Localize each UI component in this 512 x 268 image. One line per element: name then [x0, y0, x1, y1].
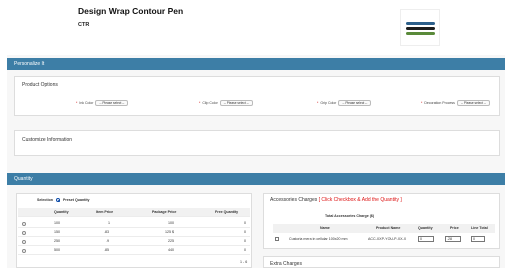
- quantity-table-header: Quantity Item Price Package Price Free Q…: [18, 208, 250, 217]
- quantity-cell: 150: [54, 230, 60, 234]
- item-price-cell: .85: [104, 248, 109, 252]
- package-price-cell: 125 $: [165, 230, 174, 234]
- col-quantity-header[interactable]: Quantity: [54, 208, 69, 217]
- required-star: *: [317, 101, 319, 105]
- product-image[interactable]: [400, 9, 440, 46]
- accessories-title: Accessories Charges: [270, 197, 318, 203]
- preset-quantity-radio[interactable]: [55, 198, 60, 202]
- accessory-line-total: 0: [471, 236, 485, 242]
- accessories-table-header: Name Product Name Quantity Price Line To…: [273, 224, 495, 233]
- row-radio[interactable]: [22, 221, 26, 226]
- col-free-quantity-header[interactable]: Free Quantity: [215, 208, 238, 217]
- selection-label: Selection: [37, 198, 53, 202]
- pen-green-image: [406, 32, 435, 35]
- required-star: *: [76, 101, 78, 105]
- row-radio[interactable]: [22, 239, 26, 244]
- clip-color-label: Clip Color: [202, 101, 218, 105]
- accessory-checkbox[interactable]: [275, 237, 279, 241]
- accessories-row: Custoria mera in cellular 100x20 mm ACC-…: [273, 235, 495, 245]
- extra-charges-panel: Extra Charges: [263, 256, 500, 268]
- pen-black-image: [406, 27, 435, 30]
- clip-color-select[interactable]: -- Please select --: [219, 100, 253, 106]
- accessories-title-row: Accessories Charges [ Click Checkbox & A…: [270, 197, 402, 203]
- ink-color-select[interactable]: -- Please select --: [95, 100, 129, 106]
- required-star: *: [421, 101, 423, 105]
- required-star: *: [199, 101, 201, 105]
- product-options-title: Product Options: [22, 82, 58, 88]
- personalize-section-bar[interactable]: Personalize It: [7, 58, 505, 70]
- col-price-header: Price: [450, 226, 459, 230]
- decoration-process-select[interactable]: -- Please select --: [456, 100, 490, 106]
- table-row[interactable]: 250 .9 225 0: [18, 237, 250, 246]
- col-name-header: Name: [320, 226, 330, 230]
- grip-color-option: * Grip Color -- Please select --: [317, 100, 372, 106]
- ink-color-label: Ink Color: [79, 101, 94, 105]
- preset-quantity-label: Preset Quantity: [62, 198, 90, 202]
- pen-blue-image: [406, 22, 435, 25]
- decoration-process-option: * Decoration Process -- Please select --: [421, 100, 490, 106]
- product-title: Design Wrap Contour Pen: [78, 6, 184, 16]
- page-frame: Design Wrap Contour Pen CTR Personalize …: [7, 0, 505, 268]
- grip-color-select[interactable]: -- Please select --: [338, 100, 372, 106]
- ink-color-option: * Ink Color -- Please select --: [76, 100, 129, 106]
- accessory-name: Custoria mera in cellular 100x20 mm: [289, 237, 348, 241]
- item-price-cell: .83: [104, 230, 109, 234]
- pagination-info: 1 - 6: [240, 260, 248, 264]
- free-quantity-cell: 0: [244, 221, 246, 225]
- table-row[interactable]: 500 .85 440 0: [18, 246, 250, 255]
- selection-row: Selection Preset Quantity: [37, 198, 90, 202]
- clip-color-option: * Clip Color -- Please select --: [199, 100, 253, 106]
- free-quantity-cell: 0: [244, 239, 246, 243]
- table-row[interactable]: 150 .83 125 $ 0: [18, 228, 250, 237]
- quantity-cell: 250: [54, 239, 60, 243]
- col-line-total-header: Line Total: [471, 226, 488, 230]
- package-price-cell: 225: [168, 239, 174, 243]
- quantity-section-bar[interactable]: Quantity: [7, 173, 505, 185]
- package-price-cell: 440: [168, 248, 174, 252]
- row-radio[interactable]: [22, 248, 26, 253]
- product-code: CTR: [78, 22, 90, 28]
- decoration-process-label: Decoration Process: [424, 101, 455, 105]
- total-accessories-charge: Total Accessories Charge ($): [325, 214, 375, 218]
- table-row[interactable]: 100 1 100 0: [18, 219, 250, 228]
- grip-color-label: Grip Color: [320, 101, 337, 105]
- quantity-table: Quantity Item Price Package Price Free Q…: [18, 208, 250, 268]
- quantity-cell: 500: [54, 248, 60, 252]
- customize-information-panel: Customize Information: [14, 130, 500, 156]
- item-price-cell: 1: [108, 221, 110, 225]
- col-item-price-header[interactable]: Item Price: [96, 208, 113, 217]
- col-quantity-header: Quantity: [418, 226, 433, 230]
- accessory-product-name: ACC-XXP-YOU-P-XX-X: [368, 237, 407, 241]
- product-header: Design Wrap Contour Pen CTR: [7, 0, 505, 55]
- product-options-panel: Product Options: [14, 76, 500, 116]
- item-price-cell: .9: [106, 239, 109, 243]
- col-product-name-header: Product Name: [376, 226, 401, 230]
- col-package-price-header[interactable]: Package Price: [152, 208, 176, 217]
- package-price-cell: 100: [168, 221, 174, 225]
- extra-charges-title: Extra Charges: [270, 261, 302, 267]
- accessories-note: [ Click Checkbox & Add the Quantity ]: [318, 197, 402, 203]
- accessory-quantity-input[interactable]: 0: [418, 236, 434, 242]
- quantity-cell: 100: [54, 221, 60, 225]
- free-quantity-cell: 0: [244, 230, 246, 234]
- customize-information-title: Customize Information: [22, 137, 73, 143]
- accessory-price-input[interactable]: .28: [445, 236, 461, 242]
- free-quantity-cell: 0: [244, 248, 246, 252]
- row-radio[interactable]: [22, 230, 26, 235]
